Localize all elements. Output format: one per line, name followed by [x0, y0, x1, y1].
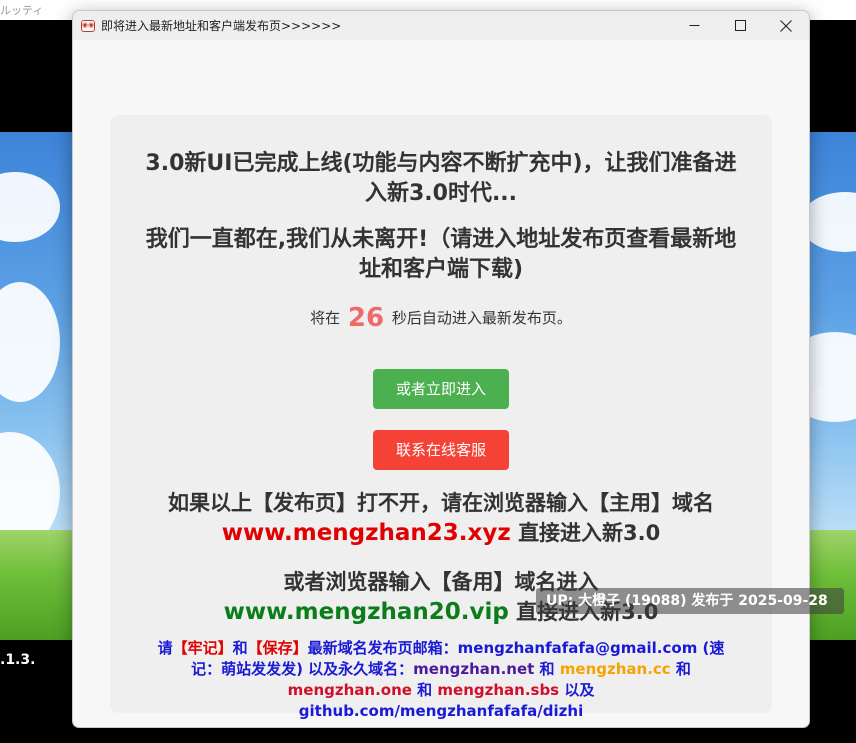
countdown-seconds: 26 [347, 303, 385, 333]
minimize-button[interactable] [671, 11, 717, 40]
permanent-domain-sbs[interactable]: mengzhan.sbs [437, 681, 559, 699]
primary-domain-suffix: 直接进入新3.0 [518, 521, 661, 545]
primary-domain-info: 如果以上【发布页】打不开，请在浏览器输入【主用】域名 www.mengzhan2… [130, 488, 752, 548]
cloud-shape [0, 282, 60, 402]
window-controls [671, 11, 809, 40]
maximize-icon [734, 20, 746, 31]
background-title-text: ルッティ [0, 4, 44, 17]
contact-support-button[interactable]: 联系在线客服 [373, 430, 509, 470]
background-version-text: .1.3. [0, 652, 36, 668]
backup-domain-link[interactable]: www.mengzhan20.vip [224, 599, 509, 625]
maximize-button[interactable] [717, 11, 763, 40]
permanent-domain-one[interactable]: mengzhan.one [288, 681, 412, 699]
note-part: 和 [534, 660, 560, 678]
note-remember: 【牢记】 [172, 639, 233, 657]
close-button[interactable] [763, 11, 809, 40]
countdown-suffix: 秒后自动进入最新发布页。 [391, 309, 572, 327]
headline-launch: 3.0新UI已完成上线(功能与内容不断扩充中)，让我们准备进入新3.0时代... [145, 151, 737, 206]
note-part: 请 [157, 639, 173, 657]
note-save: 【保存】 [247, 639, 308, 657]
countdown-prefix: 将在 [310, 309, 341, 327]
redirect-dialog-window: ◉◉ 即将进入最新地址和客户端发布页>>>>>> 3.0新UI已完成上线(功能与… [72, 10, 810, 728]
note-part: 和 [411, 681, 438, 699]
headline-still-here: 我们一直都在,我们从未离开!（请进入地址发布页查看最新地址和客户端下载) [145, 227, 737, 282]
countdown-text: 将在 26 秒后自动进入最新发布页。 [110, 301, 772, 335]
window-title: 即将进入最新地址和客户端发布页>>>>>> [101, 19, 342, 33]
close-icon [780, 19, 792, 32]
window-titlebar[interactable]: ◉◉ 即将进入最新地址和客户端发布页>>>>>> [73, 11, 809, 40]
enter-now-button[interactable]: 或者立即进入 [373, 369, 509, 409]
app-icon: ◉◉ [81, 19, 95, 32]
footer-note: 请【牢记】和【保存】最新域名发布页邮箱：mengzhanfafafa@gmail… [150, 638, 732, 722]
permanent-domain-cc[interactable]: mengzhan.cc [560, 660, 671, 678]
note-part: 和 [232, 639, 248, 657]
cloud-shape [0, 172, 60, 242]
uploader-watermark: UP: 大橙子 (19088) 发布于 2025-09-28 [536, 588, 844, 614]
content-card: 3.0新UI已完成上线(功能与内容不断扩充中)，让我们准备进入新3.0时代...… [110, 115, 772, 720]
primary-domain-prefix: 如果以上【发布页】打不开，请在浏览器输入【主用】域名 [168, 491, 714, 515]
minimize-icon [689, 25, 699, 26]
permanent-domain-net[interactable]: mengzhan.net [413, 660, 534, 678]
primary-domain-link[interactable]: www.mengzhan23.xyz [222, 520, 511, 546]
note-part: 和 [670, 660, 691, 678]
